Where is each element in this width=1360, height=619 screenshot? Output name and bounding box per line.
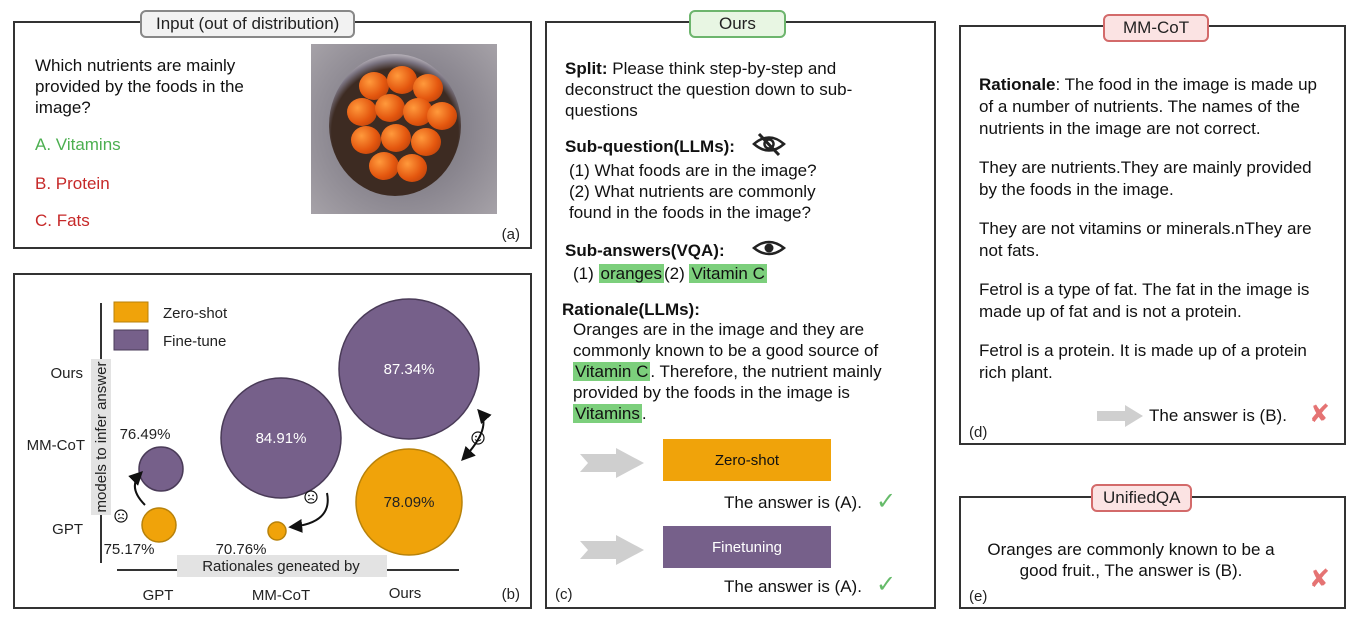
check-icon: ✓ — [876, 488, 897, 515]
bubble-mmcot-zero-shot — [267, 521, 287, 541]
zero-shot-box-label: Zero-shot — [714, 451, 780, 469]
bubble-gpt-fine-tune — [138, 446, 184, 492]
panel-a: Which nutrients are mainly provided by t… — [13, 21, 532, 249]
panel-e: Oranges are commonly known to be a good … — [959, 496, 1346, 609]
question-line: Which nutrients are mainly — [35, 56, 236, 75]
legend-zero-shot: Zero-shot — [163, 305, 228, 322]
y-tick-label: GPT — [52, 521, 83, 538]
panel-d: Rationale: The food in the image is made… — [959, 25, 1346, 445]
rationale-text: Oranges are in the image and they are co… — [573, 319, 933, 424]
bubble-value-label: 76.49% — [120, 426, 171, 443]
rationale-line: Oranges are in the image and they are — [573, 320, 865, 339]
gray-arrow-icon — [580, 448, 644, 478]
bubble-value-label: 87.34% — [384, 361, 435, 378]
bubble-gpt-zero-shot — [141, 507, 177, 543]
rationale-highlight: Vitamin C — [573, 362, 651, 381]
gray-arrow-icon — [580, 535, 644, 565]
suba-label: Sub-answers(VQA): — [565, 241, 725, 260]
panel-c: Split: Please think step-by-step and dec… — [545, 21, 936, 609]
unifiedqa-line: good fruit., The answer is (B). — [1019, 561, 1243, 580]
y-tick-label: MM-CoT — [27, 437, 85, 454]
split-line: deconstruct the question down to sub- — [565, 80, 853, 99]
split-line: Please think step-by-step and — [612, 59, 837, 78]
finetune-answer: The answer is (A). — [724, 577, 862, 596]
mmcot-paragraph: Fetrol is a protein. It is made up of a … — [979, 341, 1307, 382]
subq-line: (1) What foods are in the image? — [569, 161, 817, 180]
x-tick-label: MM-CoT — [252, 587, 310, 604]
panel-letter: (c) — [555, 586, 573, 603]
rationale-label: Rationale(LLMs): — [562, 300, 700, 319]
rationale-line: provided by the foods in the image is — [573, 383, 850, 402]
panel-e-title: UnifiedQA — [1091, 484, 1193, 512]
bubble-value-label: 84.91% — [256, 430, 307, 447]
bubble-chart: models to infer answer Rationales geneat… — [27, 298, 492, 604]
suba-highlight-oranges: oranges — [598, 264, 664, 283]
sad-face-icon — [304, 490, 318, 504]
suba-prefix: (2) — [663, 264, 685, 283]
finetune-box: Finetuning — [663, 526, 831, 568]
x-tick-label: Ours — [389, 585, 422, 602]
rationale-line: . — [641, 404, 647, 423]
gray-arrow-icon — [1097, 405, 1143, 427]
oranges-bowl-photo — [311, 44, 497, 214]
rationale-highlight: Vitamins — [573, 404, 642, 423]
suba-line: (1) oranges (2) Vitamin C — [573, 263, 767, 284]
zero-shot-box: Zero-shot — [663, 439, 831, 481]
panel-letter: (d) — [969, 424, 988, 441]
suba-prefix: (1) — [573, 264, 594, 283]
suba-highlight-vitamin-c: Vitamin C — [689, 264, 767, 283]
unifiedqa-line: Oranges are commonly known to be a — [987, 540, 1275, 559]
x-axis-label: Rationales geneated by — [202, 558, 360, 575]
panel-letter: (b) — [501, 586, 520, 603]
mmcot-paragraph: They are nutrients.They are mainly provi… — [979, 158, 1312, 199]
split-label: Split: — [565, 59, 608, 78]
split-block: Split: Please think step-by-step and dec… — [565, 58, 925, 121]
mmcot-rationale: Rationale: The food in the image is made… — [979, 74, 1334, 384]
panel-a-title: Input (out of distribution) — [140, 10, 356, 38]
question-line: image? — [35, 98, 91, 117]
question-text: Which nutrients are mainly provided by t… — [35, 55, 315, 118]
option-b: B. Protein — [35, 174, 110, 193]
eye-off-icon — [752, 132, 786, 157]
y-axis-label: models to infer answer — [93, 362, 110, 513]
eye-icon — [751, 240, 787, 256]
subq-lines: (1) What foods are in the image? (2) Wha… — [569, 160, 929, 223]
bubble-value-label: 75.17% — [104, 541, 155, 558]
cross-icon: ✘ — [1309, 400, 1330, 428]
bubble-value-label: 78.09% — [384, 494, 435, 511]
subq-line: (2) What nutrients are commonly — [569, 182, 816, 201]
split-line: questions — [565, 101, 638, 120]
option-a: A. Vitamins — [35, 135, 121, 154]
bowl-shape — [329, 54, 461, 196]
panel-d-title: MM-CoT — [1103, 14, 1210, 42]
x-tick-label: GPT — [143, 587, 174, 604]
mmcot-paragraph: They are not vitamins or minerals.nThey … — [979, 219, 1312, 260]
unifiedqa-text: Oranges are commonly known to be a good … — [961, 539, 1301, 581]
legend-swatch-zero-shot — [113, 301, 149, 323]
rationale-line: commonly known to be a good source of — [573, 341, 879, 360]
mmcot-paragraph: Fetrol is a type of fat. The fat in the … — [979, 280, 1310, 321]
legend-fine-tune: Fine-tune — [163, 333, 226, 350]
legend-swatch-fine-tune — [113, 329, 149, 351]
panel-c-title: Ours — [689, 10, 786, 38]
arrow-mmcot — [288, 492, 329, 533]
panel-letter: (a) — [501, 226, 520, 243]
check-icon: ✓ — [876, 571, 897, 598]
zero-shot-answer: The answer is (A). — [724, 493, 862, 512]
finetune-box-label: Finetuning — [711, 538, 783, 556]
bubble-value-label: 70.76% — [216, 541, 267, 558]
y-tick-label: Ours — [50, 365, 83, 382]
panel-b: models to infer answer Rationales geneat… — [13, 273, 532, 609]
question-line: provided by the foods in the — [35, 77, 244, 96]
subq-line: found in the foods in the image? — [569, 203, 811, 222]
option-c: C. Fats — [35, 211, 90, 230]
cross-icon: ✘ — [1309, 565, 1330, 593]
sad-face-icon — [114, 509, 128, 523]
mmcot-answer: The answer is (B). — [1149, 406, 1287, 425]
panel-letter: (e) — [969, 588, 988, 605]
rationale-line: . Therefore, the nutrient mainly — [650, 362, 882, 381]
subq-label: Sub-question(LLMs): — [565, 137, 735, 156]
mmcot-rationale-label: Rationale — [979, 75, 1056, 94]
